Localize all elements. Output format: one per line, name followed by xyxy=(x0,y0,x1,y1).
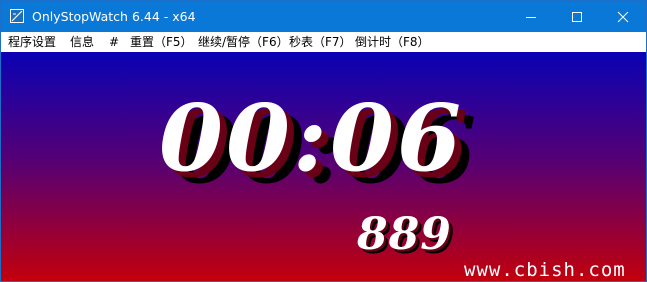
minimize-icon xyxy=(526,17,536,18)
window-title: OnlyStopWatch 6.44 - x64 xyxy=(32,9,196,24)
maximize-icon xyxy=(572,12,582,22)
close-icon xyxy=(617,11,629,23)
title-bar[interactable]: OnlyStopWatch 6.44 - x64 xyxy=(1,1,646,32)
menu-hash[interactable]: # xyxy=(109,34,119,50)
stopwatch-app-icon xyxy=(10,9,24,23)
menu-stopwatch[interactable]: 秒表（F7） xyxy=(289,34,352,50)
menu-info[interactable]: 信息 xyxy=(70,34,94,50)
close-button[interactable] xyxy=(600,1,646,32)
watermark-text: www.cbish.com xyxy=(464,259,626,281)
elapsed-time: 00:06 xyxy=(159,84,465,192)
maximize-button[interactable] xyxy=(554,1,600,32)
minimize-button[interactable] xyxy=(508,1,554,32)
menu-reset[interactable]: 重置（F5） xyxy=(130,34,193,50)
menu-bar: 程序设置 信息 # 重置（F5） 继续/暂停（F6） 秒表（F7） 倒计时（F8… xyxy=(1,32,646,52)
menu-countdown[interactable]: 倒计时（F8） xyxy=(355,34,430,50)
menu-program-settings[interactable]: 程序设置 xyxy=(8,34,56,50)
stopwatch-display: 00:06 00:06 00:06 889 889 889 www.cbish.… xyxy=(1,52,646,281)
menu-continue-pause[interactable]: 继续/暂停（F6） xyxy=(198,34,289,50)
app-window: OnlyStopWatch 6.44 - x64 程序设置 信息 # 重置（F5… xyxy=(0,0,647,282)
milliseconds: 889 xyxy=(357,209,452,260)
